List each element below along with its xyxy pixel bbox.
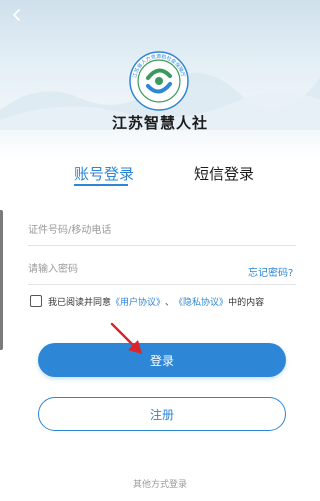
privacy-agreement-link[interactable]: 《隐私协议》 <box>174 295 228 308</box>
app-logo: 江苏省人力资源和社会保障厅 <box>128 50 190 112</box>
login-button[interactable]: 登录 <box>38 343 286 377</box>
app-title: 江苏智慧人社 <box>111 114 208 132</box>
register-button[interactable]: 注册 <box>38 397 286 431</box>
active-tab-indicator <box>74 184 128 186</box>
chevron-left-icon <box>12 9 20 21</box>
other-login-methods[interactable]: 其他方式登录 <box>0 477 320 490</box>
agreement-checkbox[interactable] <box>30 295 42 307</box>
side-drag-handle[interactable] <box>0 210 3 350</box>
agreement-separator: 、 <box>165 297 175 308</box>
tab-sms-login[interactable]: 短信登录 <box>194 163 254 184</box>
id-phone-input[interactable] <box>28 216 296 246</box>
forgot-password-link[interactable]: 忘记密码? <box>248 264 293 279</box>
back-button[interactable] <box>4 2 30 28</box>
agreement-row: 我已阅读并同意 《用户协议》 、 《隐私协议》 中的内容 <box>30 293 264 309</box>
agreement-prefix: 我已阅读并同意 <box>48 297 112 308</box>
user-agreement-link[interactable]: 《用户协议》 <box>111 295 165 308</box>
login-screen: 江苏省人力资源和社会保障厅 江苏智慧人社 账号登录 短信登录 忘记密码? 我已阅… <box>0 0 320 501</box>
agreement-suffix: 中的内容 <box>228 297 265 308</box>
tab-account-login[interactable]: 账号登录 <box>74 163 134 184</box>
red-arrow-icon <box>110 322 142 354</box>
